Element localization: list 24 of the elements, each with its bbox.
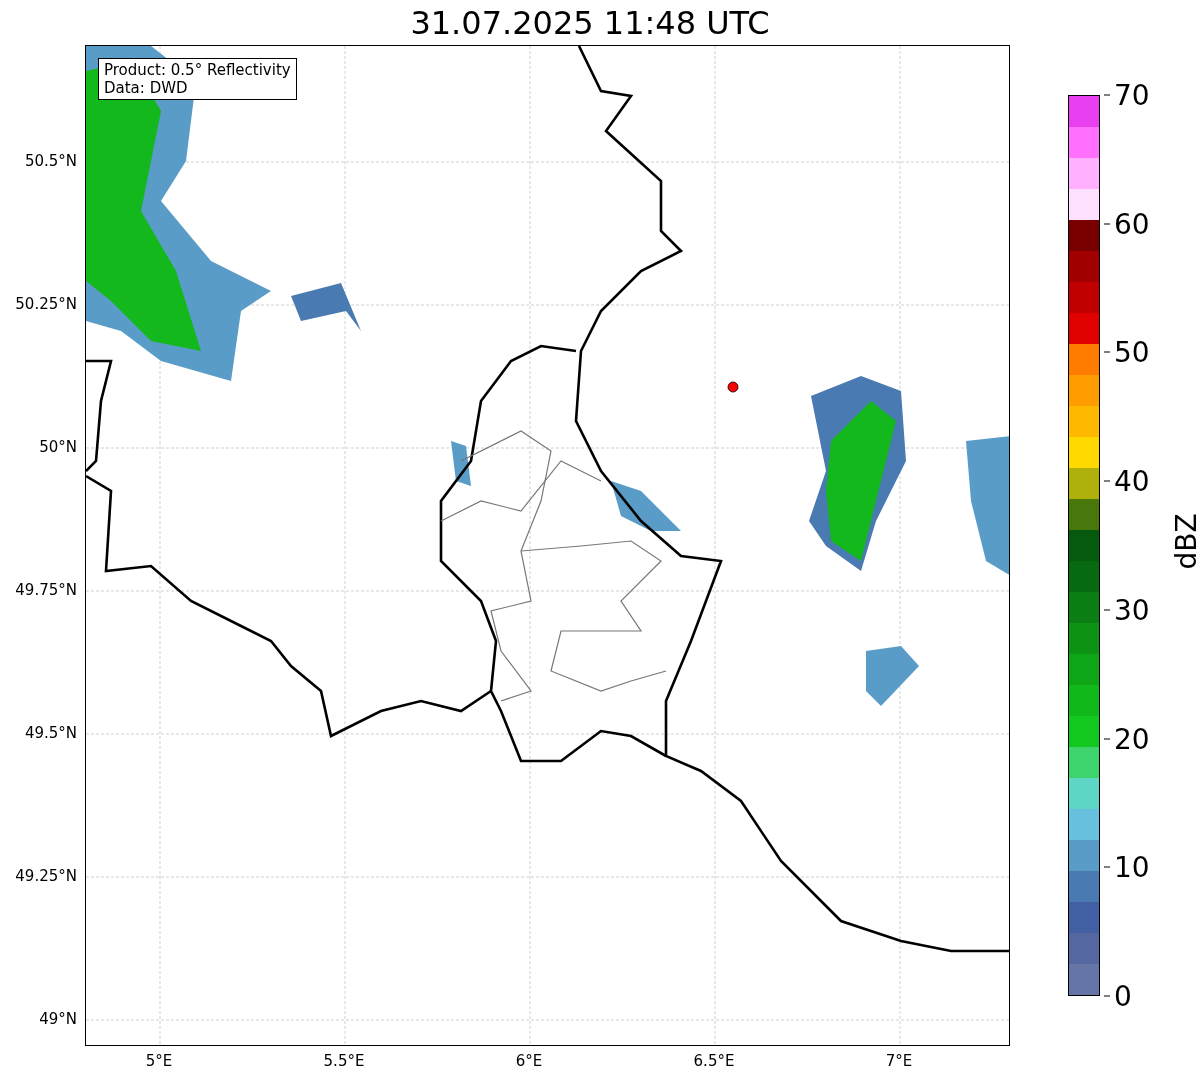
longitude-label: 6°E [515,1052,543,1070]
latitude-label: 50.5°N [24,152,77,170]
scale-tick-label: 60 [1114,207,1150,241]
scale-tick-label: 10 [1114,850,1150,884]
latitude-label: 49.25°N [15,867,77,885]
scale-tick-label: 30 [1114,593,1150,627]
scale-tick-label: 40 [1114,464,1150,498]
scale-tick-label: 50 [1114,335,1150,369]
longitude-label: 5.5°E [323,1052,365,1070]
info-text: Product: 0.5° Reflectivity [104,61,291,79]
longitude-label: 6.5°E [693,1052,735,1070]
latitude-label: 49.5°N [24,724,77,742]
scale-tick-label: 70 [1114,78,1150,112]
latitude-label: 49°N [39,1010,77,1028]
scale-tick-label: 0 [1114,979,1132,1013]
info-text: Data: DWD [104,79,189,97]
longitude-label: 7°E [885,1052,913,1070]
latitude-label: 49.75°N [15,581,77,599]
scale-tick-label: 20 [1114,722,1150,756]
latitude-label: 50.25°N [15,295,77,313]
longitude-label: 5°E [145,1052,173,1070]
chart-title: 31.07.2025 11:48 UTC [410,3,770,42]
latitude-label: 50°N [39,438,77,456]
scale-unit-label: dBZ [1169,513,1202,570]
